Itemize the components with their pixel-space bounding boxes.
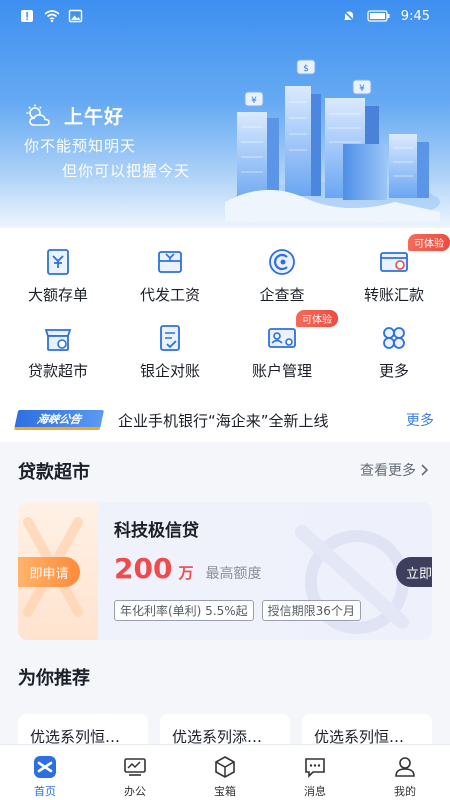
chevron-right-icon xyxy=(421,464,429,476)
greeting-title: 上午好 xyxy=(64,106,125,128)
profile-icon xyxy=(395,757,415,777)
svg-text:$: $ xyxy=(303,64,309,74)
office-icon xyxy=(124,758,146,776)
service-label: 更多 xyxy=(378,362,409,380)
service-more[interactable]: 更多 xyxy=(338,312,450,388)
service-label: 贷款超市 xyxy=(27,362,88,380)
alert-icon xyxy=(21,10,33,22)
bottom-tab-bar: 首页 办公 宝箱 消息 我的 xyxy=(0,744,450,800)
service-label: 转账汇款 xyxy=(363,286,424,304)
apply-button-left[interactable]: 即申请 xyxy=(18,557,80,587)
account-card-icon xyxy=(268,328,296,348)
service-payroll[interactable]: 代发工资 xyxy=(114,236,226,312)
service-label: 企查查 xyxy=(259,286,305,304)
deposit-certificate-icon xyxy=(47,249,69,275)
notice-text[interactable]: 企业手机银行“海企来”全新上线 xyxy=(118,410,329,431)
tab-label: 办公 xyxy=(124,785,146,798)
trial-badge: 可体验 xyxy=(408,234,450,251)
recommend-section-title: 为你推荐 xyxy=(18,668,90,689)
service-company-search[interactable]: 企查查 xyxy=(226,236,338,312)
tab-profile[interactable]: 我的 xyxy=(360,745,450,800)
loan-market-icon xyxy=(44,329,72,351)
trial-badge: 可体验 xyxy=(296,310,338,327)
battery-icon xyxy=(367,10,390,22)
svg-text:¥: ¥ xyxy=(251,96,257,106)
payroll-icon xyxy=(158,251,182,273)
see-more-link[interactable]: 查看更多 xyxy=(360,460,430,480)
image-icon xyxy=(68,9,83,23)
see-more-label: 查看更多 xyxy=(360,463,416,479)
slogan-line-1: 你不能预知明天 xyxy=(24,137,137,155)
service-transfer[interactable]: 转账汇款 可体验 xyxy=(338,234,450,312)
slogan-line-2: 但你可以把握今天 xyxy=(62,162,191,180)
tab-home[interactable]: 首页 xyxy=(0,745,90,800)
tab-messages[interactable]: 消息 xyxy=(270,745,360,800)
loan-product-name: 科技极信贷 xyxy=(114,521,199,541)
service-loan-market[interactable]: 贷款超市 xyxy=(2,312,114,388)
service-label: 代发工资 xyxy=(139,286,200,304)
service-large-deposit[interactable]: 大额存单 xyxy=(2,236,114,312)
header-banner: 9:45 上午好 你不能预知明天 但你可以把握今天 ¥ $ ¥ xyxy=(0,0,450,228)
loan-amount: 200 xyxy=(114,552,173,585)
loan-amount-unit: 万 xyxy=(178,564,194,582)
home-icon xyxy=(34,756,56,778)
status-time: 9:45 xyxy=(400,8,430,24)
tab-label: 消息 xyxy=(304,785,326,798)
notice-tag: 海峡公告 xyxy=(13,410,105,430)
reconciliation-icon xyxy=(160,325,180,351)
tab-office[interactable]: 办公 xyxy=(90,745,180,800)
loan-rate-tag: 年化利率(单利) 5.5%起 xyxy=(114,600,254,621)
notice-bar[interactable]: 海峡公告 企业手机银行“海企来”全新上线 更多 xyxy=(0,398,450,442)
service-label: 大额存单 xyxy=(27,286,88,304)
apply-button-right[interactable]: 立即申请 xyxy=(396,557,432,587)
loan-term-tag: 授信期限36个月 xyxy=(261,600,361,621)
status-bar: 9:45 xyxy=(0,0,450,32)
wifi-icon xyxy=(44,10,60,23)
loan-amount-label: 最高额度 xyxy=(205,566,262,582)
service-reconciliation[interactable]: 银企对账 xyxy=(114,312,226,388)
loan-section-title: 贷款超市 xyxy=(18,462,90,483)
notice-tag-text: 海峡公告 xyxy=(35,412,83,426)
service-grid: 大额存单 代发工资 企查查 转账汇款 可体验 贷款超市 银企对账 账户管理 可体… xyxy=(0,228,450,398)
city-illustration: ¥ $ ¥ xyxy=(225,59,440,222)
mute-bell-icon xyxy=(342,9,356,23)
service-label: 账户管理 xyxy=(251,362,312,380)
transfer-card-icon xyxy=(380,252,408,272)
tab-label: 宝箱 xyxy=(214,785,236,798)
treasure-box-icon xyxy=(215,756,235,778)
partly-cloudy-icon xyxy=(26,104,50,126)
service-account-management[interactable]: 账户管理 可体验 xyxy=(226,310,338,388)
tab-treasure-box[interactable]: 宝箱 xyxy=(180,745,270,800)
notice-more-link[interactable]: 更多 xyxy=(406,410,434,430)
message-icon xyxy=(305,758,325,778)
tab-label: 我的 xyxy=(394,785,416,798)
service-label: 银企对账 xyxy=(139,362,200,380)
company-search-icon xyxy=(269,249,295,275)
svg-text:¥: ¥ xyxy=(359,84,365,94)
loan-product-card[interactable]: 即申请 科技极信贷 200 万 最高额度 年化利率(单利) 5.5%起 授信期限… xyxy=(18,502,432,640)
tab-label: 首页 xyxy=(34,785,56,798)
more-grid-icon xyxy=(383,327,405,349)
